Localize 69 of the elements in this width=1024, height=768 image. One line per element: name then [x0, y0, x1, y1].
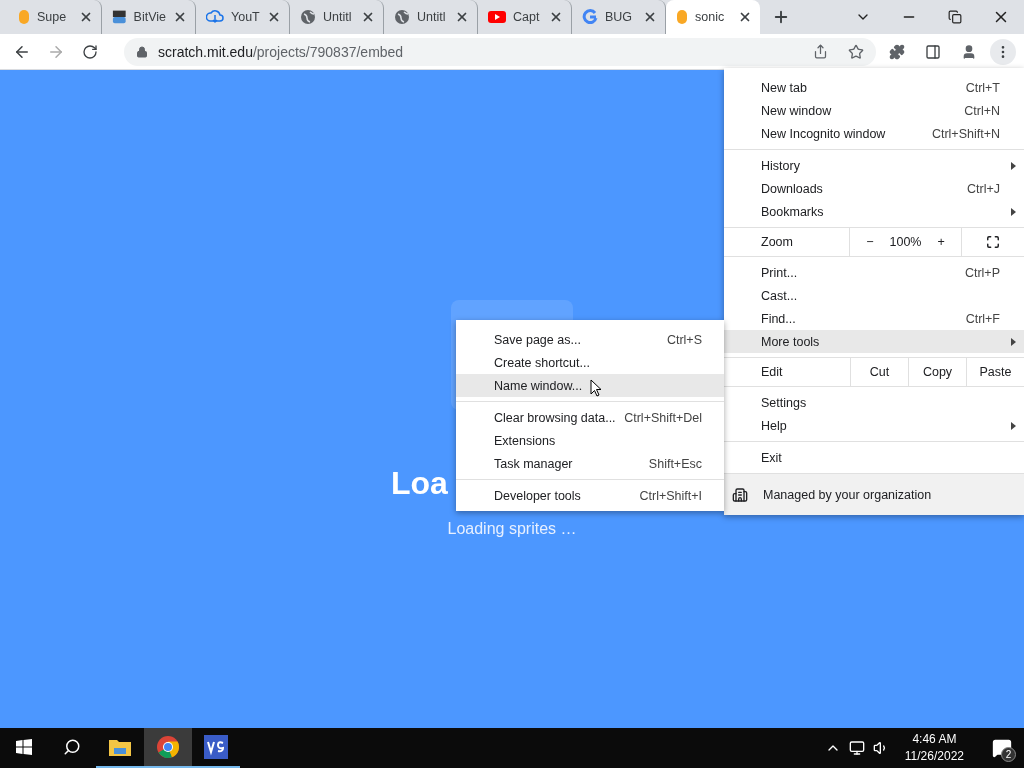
- submenu-arrow-icon: [1011, 208, 1016, 216]
- menu-item[interactable]: Help: [724, 414, 1024, 437]
- cloud-download-icon: [206, 9, 224, 25]
- menu-item[interactable]: Clear browsing data... Ctrl+Shift+Del: [456, 406, 724, 429]
- menu-item[interactable]: Create shortcut...: [456, 351, 724, 374]
- fullscreen-icon[interactable]: [986, 235, 1000, 249]
- chrome-logo-icon: [156, 735, 180, 759]
- menu-item[interactable]: Task manager Shift+Esc: [456, 452, 724, 475]
- notification-count: 2: [1001, 747, 1016, 762]
- youtube-play-icon: [488, 10, 506, 24]
- zoom-label: Zoom: [760, 234, 794, 251]
- zoom-out-button[interactable]: −: [858, 235, 882, 249]
- address-field[interactable]: scratch.mit.edu/projects/790837/embed: [124, 37, 876, 66]
- menu-item[interactable]: Downloads Ctrl+J: [724, 177, 1024, 200]
- close-icon[interactable]: [738, 10, 752, 24]
- share-icon[interactable]: [813, 44, 828, 59]
- loading-status: Loading sprites …: [447, 520, 577, 538]
- managed-notice: Managed by your organization: [763, 487, 932, 502]
- close-icon[interactable]: [643, 10, 657, 24]
- menu-item[interactable]: Settings: [724, 391, 1024, 414]
- star-icon[interactable]: [848, 43, 864, 60]
- network-icon[interactable]: [848, 740, 865, 756]
- lock-icon: [136, 45, 148, 58]
- submenu-arrow-icon: [1011, 422, 1016, 430]
- edit-label: Edit: [760, 364, 784, 381]
- submenu-arrow-icon: [1011, 162, 1016, 170]
- menu-item[interactable]: Bookmarks: [724, 200, 1024, 223]
- submenu-arrow-icon: [1011, 338, 1016, 346]
- loading-title: Loa: [391, 465, 448, 501]
- menu-item[interactable]: Developer tools Ctrl+Shift+I: [456, 484, 724, 507]
- close-icon[interactable]: [549, 10, 563, 24]
- globe-icon: [394, 9, 410, 25]
- menu-item[interactable]: Exit: [724, 446, 1024, 469]
- windows-icon: [16, 739, 32, 755]
- notifications-button[interactable]: 2: [980, 728, 1024, 768]
- google-g-icon: [582, 9, 598, 25]
- url-text: scratch.mit.edu/projects/790837/embed: [158, 43, 404, 60]
- zoom-level: 100%: [888, 235, 923, 249]
- menu-item[interactable]: Cast...: [724, 284, 1024, 307]
- clock-date: 11/26/2022: [904, 748, 964, 765]
- menu-item[interactable]: Save page as... Ctrl+S: [456, 328, 724, 351]
- menu-icon[interactable]: [990, 38, 1016, 65]
- taskbar-app[interactable]: [144, 728, 192, 768]
- clock-time: 4:46 AM: [912, 731, 957, 748]
- close-icon[interactable]: [267, 10, 281, 24]
- menu-item[interactable]: History: [724, 154, 1024, 177]
- mouse-cursor-icon: [590, 379, 602, 397]
- close-icon[interactable]: [79, 10, 93, 24]
- menu-item[interactable]: Name window...: [456, 374, 724, 397]
- zoom-in-button[interactable]: +: [929, 235, 953, 249]
- globe-icon: [300, 9, 316, 25]
- browser-tab[interactable]: sonic: [666, 0, 760, 34]
- menu-item[interactable]: Extensions: [456, 429, 724, 452]
- menu-item[interactable]: New tab Ctrl+T: [724, 76, 1024, 99]
- menu-item[interactable]: More tools: [724, 330, 1024, 353]
- edit-action-button[interactable]: Paste: [966, 358, 1024, 386]
- menu-item[interactable]: Find... Ctrl+F: [724, 307, 1024, 330]
- close-icon[interactable]: [173, 10, 187, 24]
- menu-item[interactable]: New Incognito window Ctrl+Shift+N: [724, 122, 1024, 145]
- menu-item[interactable]: New window Ctrl+N: [724, 99, 1024, 122]
- building-icon: [732, 486, 748, 503]
- vs-app-icon: [204, 735, 228, 759]
- menu-item[interactable]: Print... Ctrl+P: [724, 261, 1024, 284]
- close-icon[interactable]: [455, 10, 469, 24]
- folder-icon: [108, 737, 132, 757]
- close-icon[interactable]: [361, 10, 375, 24]
- edit-action-button[interactable]: Cut: [850, 358, 908, 386]
- edit-action-button[interactable]: Copy: [908, 358, 966, 386]
- new-tab-icon[interactable]: [772, 8, 790, 26]
